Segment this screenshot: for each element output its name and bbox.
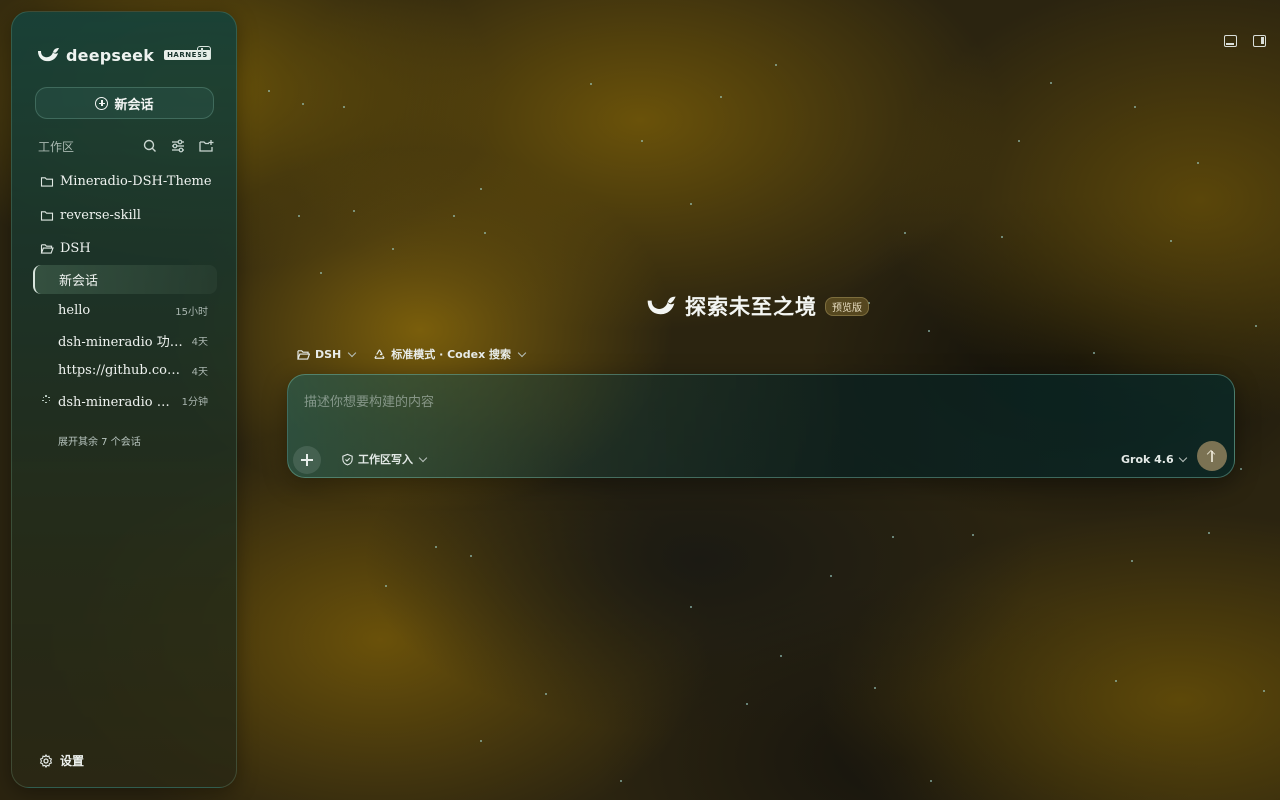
whale-logo-icon (38, 48, 59, 62)
settings-label: 设置 (60, 754, 85, 768)
search-icon[interactable] (142, 138, 158, 154)
session-time: 4天 (191, 336, 208, 348)
permission-label: 工作区写入 (358, 453, 413, 466)
chevron-down-icon (517, 348, 527, 357)
plus-icon (301, 454, 313, 466)
session-time: 4天 (191, 366, 208, 378)
recycle-icon (374, 349, 385, 359)
sidebar: deepseek HARNESS 新会话 工作区 Mineradio-DSH-T… (11, 11, 237, 788)
chevron-down-icon (1178, 453, 1187, 462)
session-item[interactable]: dsh-mineradio 功… 4天 (34, 327, 216, 353)
shield-icon (342, 453, 353, 465)
session-item[interactable]: https://github.com… 4天 (34, 357, 216, 383)
session-title: hello (58, 302, 91, 318)
folder-item[interactable]: DSH (40, 238, 91, 258)
arrow-up-icon (1207, 450, 1217, 462)
composer-options-bar: DSH 标准模式 · Codex 搜索 (297, 345, 527, 363)
new-folder-icon[interactable] (198, 138, 214, 154)
folder-icon (40, 210, 54, 221)
sidebar-toggle-icon[interactable] (197, 46, 211, 60)
session-title: dsh-mineradio 功… (58, 394, 182, 410)
workspace-label: 工作区 (38, 139, 75, 154)
hero-title: 探索未至之境 (685, 295, 817, 319)
composer: 工作区写入 Grok 4.6 (287, 374, 1235, 478)
filter-sliders-icon[interactable] (170, 138, 186, 154)
attach-button[interactable] (293, 446, 321, 474)
folder-name: Mineradio-DSH-Theme (60, 173, 212, 189)
mode-selector[interactable]: 标准模式 · Codex 搜索 (373, 346, 527, 362)
permission-selector[interactable]: 工作区写入 (341, 451, 428, 467)
bottom-panel-toggle-icon[interactable] (1224, 35, 1237, 47)
session-title: dsh-mineradio 功… (58, 334, 183, 350)
hero-heading: 探索未至之境 预览版 (645, 292, 869, 320)
brand-name: deepseek (66, 45, 155, 65)
loading-spinner-icon (42, 395, 51, 404)
plus-circle-icon (95, 96, 109, 110)
workspace-selector-label: DSH (315, 347, 342, 361)
session-item[interactable]: hello 15小时 (34, 297, 216, 323)
model-selector[interactable]: Grok 4.6 (1121, 451, 1187, 467)
chevron-down-icon (348, 348, 357, 357)
gear-icon (39, 753, 53, 768)
preview-badge: 预览版 (825, 296, 869, 316)
new-chat-label: 新会话 (114, 97, 154, 113)
folder-icon (40, 176, 54, 187)
expand-more-sessions-link[interactable]: 展开其余 7 个会话 (58, 433, 141, 448)
session-time: 1分钟 (181, 396, 208, 408)
whale-logo-icon (647, 296, 676, 315)
new-chat-button[interactable]: 新会话 (35, 87, 214, 119)
session-item-active[interactable]: 新会话 (33, 265, 217, 294)
folder-name: reverse-skill (60, 207, 141, 223)
brand-logo[interactable]: deepseek HARNESS (36, 44, 211, 66)
folder-name: DSH (60, 240, 91, 256)
model-label: Grok 4.6 (1121, 452, 1174, 466)
folder-open-icon (297, 349, 310, 360)
settings-button[interactable]: 设置 (39, 752, 84, 769)
folder-item[interactable]: reverse-skill (40, 205, 141, 225)
session-time: 15小时 (175, 306, 208, 318)
mode-selector-label: 标准模式 · Codex 搜索 (391, 348, 511, 361)
prompt-input[interactable] (302, 389, 1206, 415)
workspace-header: 工作区 (38, 138, 214, 154)
send-button[interactable] (1197, 441, 1227, 471)
workspace-selector[interactable]: DSH (297, 347, 357, 361)
session-title: 新会话 (59, 274, 99, 289)
folder-open-icon (40, 243, 54, 254)
folder-item[interactable]: Mineradio-DSH-Theme (40, 171, 212, 191)
session-item[interactable]: dsh-mineradio 功… 1分钟 (34, 387, 216, 413)
chevron-down-icon (418, 453, 428, 462)
right-panel-toggle-icon[interactable] (1253, 35, 1266, 47)
session-title: https://github.com… (58, 362, 186, 378)
